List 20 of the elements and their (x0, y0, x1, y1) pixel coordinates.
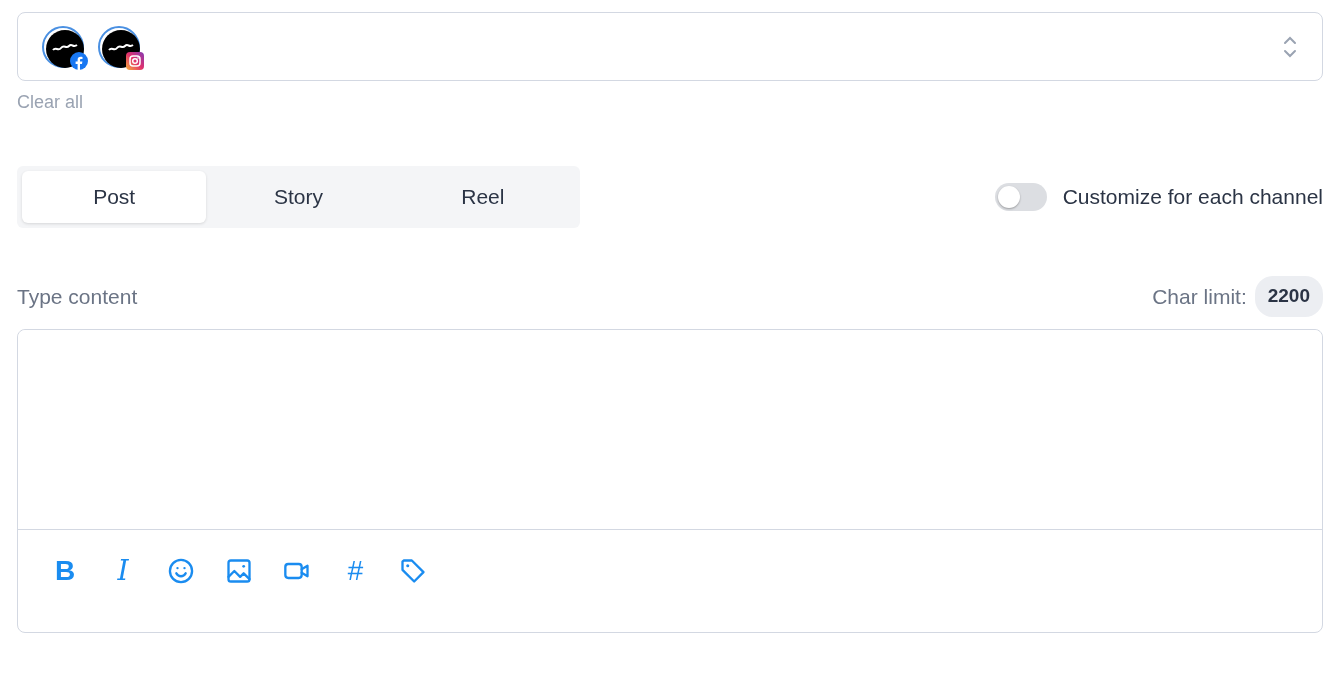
content-label: Type content (17, 283, 138, 310)
clear-all-link[interactable]: Clear all (17, 89, 84, 116)
instagram-icon (126, 51, 144, 70)
facebook-icon (70, 51, 88, 70)
customize-label: Customize for each channel (1062, 184, 1323, 211)
tab[interactable]: Story (206, 171, 391, 223)
content-field[interactable] (18, 329, 1322, 530)
tab[interactable]: Post (22, 171, 207, 223)
emoji-icon (167, 556, 195, 585)
channel-select[interactable] (17, 12, 1323, 81)
hashtag-button[interactable]: # (336, 551, 374, 590)
tag-icon (399, 556, 427, 585)
image-icon (225, 556, 253, 585)
char-limit-count: 2200 (1254, 276, 1323, 317)
bold-button[interactable]: B (46, 551, 84, 590)
italic-button[interactable]: I (104, 551, 142, 590)
char-limit-label: Char limit: (1152, 283, 1247, 310)
toggle-switch[interactable] (994, 183, 1047, 211)
content-editor[interactable]: B I # (17, 328, 1323, 633)
tab[interactable]: Reel (390, 171, 575, 223)
